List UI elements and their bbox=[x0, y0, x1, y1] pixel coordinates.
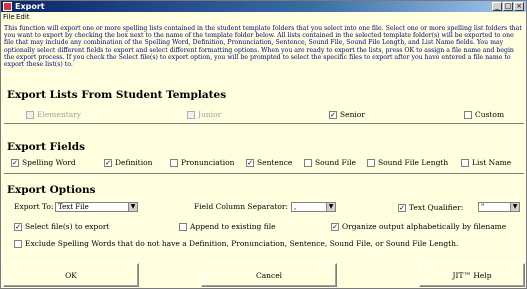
export-to-value: Text File bbox=[58, 203, 89, 211]
options-group-title: Export Options bbox=[7, 184, 96, 196]
text-qualifier-label: Text Qualifier: bbox=[409, 203, 464, 212]
minimize-button[interactable]: _ bbox=[492, 2, 502, 11]
checkbox-box bbox=[461, 158, 469, 167]
export-to-select[interactable]: Text File ▼ bbox=[55, 202, 138, 212]
text-qualifier-checkbox[interactable]: ✓ Text Qualifier: bbox=[398, 203, 463, 212]
export-to-label: Export To: bbox=[14, 202, 54, 211]
field-sentence-label: Sentence bbox=[257, 158, 293, 167]
checkbox-box bbox=[14, 239, 22, 248]
field-sound-file-label: Sound File bbox=[315, 158, 356, 167]
close-button[interactable]: × bbox=[514, 2, 524, 11]
template-elementary-checkbox[interactable]: Elementary bbox=[26, 110, 81, 119]
text-qualifier-select[interactable]: " ▼ bbox=[478, 202, 520, 212]
checkbox-box bbox=[304, 158, 312, 167]
field-list-name-label: List Name bbox=[472, 158, 512, 167]
organize-checkbox[interactable]: ✓ Organize output alphabetically by file… bbox=[331, 222, 506, 231]
ok-button[interactable]: OK bbox=[3, 263, 139, 287]
field-definition-checkbox[interactable]: ✓ Definition bbox=[104, 158, 152, 167]
checkbox-box bbox=[464, 110, 472, 119]
dropdown-arrow-icon: ▼ bbox=[128, 203, 137, 211]
select-files-checkbox[interactable]: ✓ Select file(s) to export bbox=[14, 222, 109, 231]
fields-group-title: Export Fields bbox=[7, 141, 86, 153]
menu-bar: File Edit bbox=[1, 12, 526, 23]
append-label: Append to existing file bbox=[190, 222, 276, 231]
checkmark-icon: ✓ bbox=[331, 222, 339, 231]
separator-label: Field Column Separator: bbox=[194, 202, 288, 211]
checkbox-box bbox=[367, 158, 375, 167]
dropdown-arrow-icon: ▼ bbox=[510, 203, 519, 211]
dropdown-arrow-icon: ▼ bbox=[326, 203, 335, 211]
maximize-button[interactable]: □ bbox=[503, 2, 513, 11]
field-sound-file-checkbox[interactable]: Sound File bbox=[304, 158, 356, 167]
checkmark-icon: ✓ bbox=[398, 203, 406, 212]
help-button-label: JIT™ Help bbox=[452, 270, 492, 280]
divider bbox=[4, 123, 524, 124]
export-window: Export _ □ × File Edit This function wil… bbox=[0, 0, 527, 289]
exclude-label: Exclude Spelling Words that do not have … bbox=[25, 239, 459, 248]
checkbox-box bbox=[26, 110, 34, 119]
checkmark-icon: ✓ bbox=[246, 158, 254, 167]
field-pronunciation-checkbox[interactable]: Pronunciation bbox=[170, 158, 234, 167]
text-qualifier-value: " bbox=[481, 203, 485, 211]
checkmark-icon: ✓ bbox=[104, 158, 112, 167]
field-list-name-checkbox[interactable]: List Name bbox=[461, 158, 511, 167]
options-group: Export Options Export To: Text File ▼ Fi… bbox=[4, 184, 524, 262]
cancel-button-label: Cancel bbox=[255, 270, 283, 280]
template-junior-label: Junior bbox=[198, 110, 222, 119]
divider bbox=[4, 173, 524, 174]
window-title: Export bbox=[15, 2, 45, 11]
checkmark-icon: ✓ bbox=[11, 158, 19, 167]
templates-group: Export Lists From Student Templates Elem… bbox=[4, 89, 524, 127]
field-spelling-word-checkbox[interactable]: ✓ Spelling Word bbox=[11, 158, 76, 167]
template-elementary-label: Elementary bbox=[37, 110, 82, 119]
template-senior-label: Senior bbox=[340, 110, 365, 119]
checkbox-box bbox=[170, 158, 178, 167]
checkmark-icon: ✓ bbox=[14, 222, 22, 231]
field-definition-label: Definition bbox=[115, 158, 153, 167]
template-custom-label: Custom bbox=[475, 110, 505, 119]
menu-file[interactable]: File bbox=[3, 12, 15, 23]
template-senior-checkbox[interactable]: ✓ Senior bbox=[329, 110, 365, 119]
checkbox-box bbox=[179, 222, 187, 231]
field-sound-file-length-checkbox[interactable]: Sound File Length bbox=[367, 158, 448, 167]
templates-group-title: Export Lists From Student Templates bbox=[7, 89, 227, 101]
checkbox-box bbox=[187, 110, 195, 119]
ok-button-label: OK bbox=[65, 270, 77, 280]
intro-text: This function will export one or more sp… bbox=[4, 25, 522, 69]
field-pronunciation-label: Pronunciation bbox=[181, 158, 235, 167]
separator-value: , bbox=[294, 203, 297, 211]
field-spelling-word-label: Spelling Word bbox=[22, 158, 76, 167]
separator-select[interactable]: , ▼ bbox=[291, 202, 336, 212]
field-sound-file-length-label: Sound File Length bbox=[378, 158, 449, 167]
app-icon bbox=[3, 2, 12, 11]
field-sentence-checkbox[interactable]: ✓ Sentence bbox=[246, 158, 292, 167]
append-checkbox[interactable]: Append to existing file bbox=[179, 222, 276, 231]
cancel-button[interactable]: Cancel bbox=[201, 263, 337, 287]
organize-label: Organize output alphabetically by filena… bbox=[342, 222, 507, 231]
template-custom-checkbox[interactable]: Custom bbox=[464, 110, 504, 119]
fields-group: Export Fields ✓ Spelling Word ✓ Definiti… bbox=[4, 141, 524, 177]
title-bar: Export _ □ × bbox=[1, 1, 526, 12]
menu-edit[interactable]: Edit bbox=[16, 12, 30, 23]
checkmark-icon: ✓ bbox=[329, 110, 337, 119]
exclude-checkbox[interactable]: Exclude Spelling Words that do not have … bbox=[14, 239, 458, 248]
template-junior-checkbox[interactable]: Junior bbox=[187, 110, 221, 119]
help-button[interactable]: JIT™ Help bbox=[419, 263, 525, 287]
select-files-label: Select file(s) to export bbox=[25, 222, 110, 231]
